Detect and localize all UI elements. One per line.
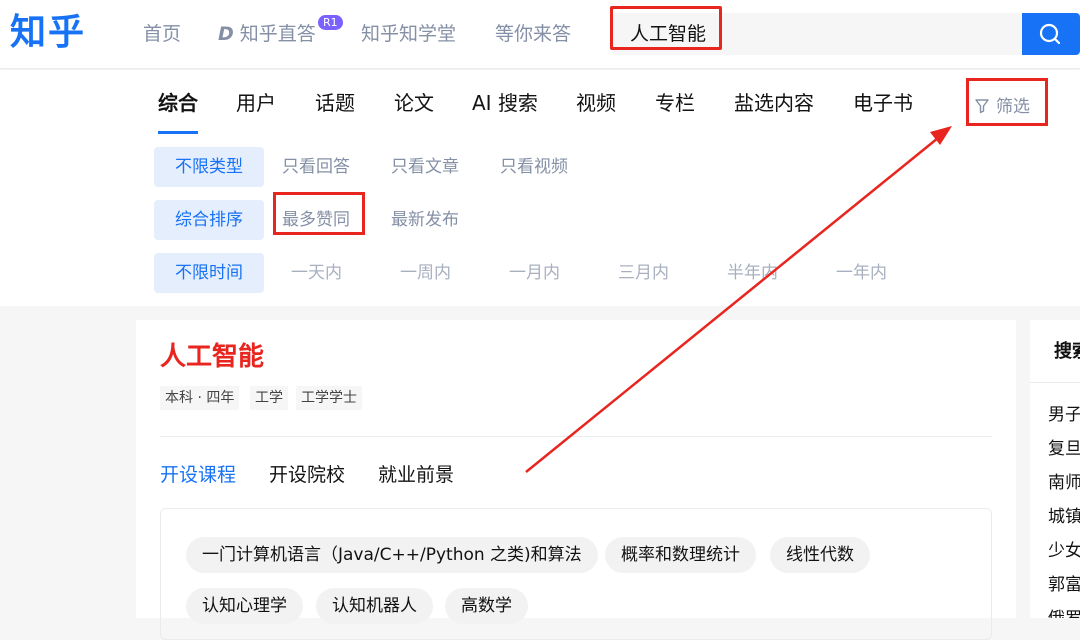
- card-divider: [160, 436, 992, 437]
- search-icon: [1039, 23, 1061, 45]
- top-header: 知乎 首页 D 知乎直答 R1 知乎知学堂 等你来答 人工智能: [0, 0, 1080, 68]
- hot-search-item[interactable]: 复旦: [1048, 438, 1080, 460]
- active-tab-underline: [158, 131, 198, 134]
- tab-columns[interactable]: 专栏: [655, 90, 695, 116]
- time-one-week[interactable]: 一周内: [400, 261, 451, 285]
- course-list: 一门计算机语言（Java/C++/Python 之类)和算法 概率和数理统计 线…: [160, 508, 992, 640]
- sort-annotation-box: [273, 192, 365, 235]
- nav-home[interactable]: 首页: [143, 22, 181, 46]
- time-one-year[interactable]: 一年内: [836, 261, 887, 285]
- side-divider: [1030, 382, 1080, 383]
- r1-badge: R1: [318, 15, 343, 30]
- tab-videos[interactable]: 视频: [576, 90, 616, 116]
- filter-type-articles[interactable]: 只看文章: [391, 155, 459, 179]
- tab-papers[interactable]: 论文: [394, 90, 434, 116]
- hot-search-item[interactable]: 男子: [1048, 404, 1080, 426]
- nav-zhida-label: 知乎直答: [239, 23, 316, 45]
- filter-type-answers[interactable]: 只看回答: [282, 155, 350, 179]
- sort-latest[interactable]: 最新发布: [391, 208, 459, 232]
- tab-ai-search[interactable]: AI 搜索: [472, 90, 538, 116]
- time-one-month[interactable]: 一月内: [509, 261, 560, 285]
- tab-general[interactable]: 综合: [158, 90, 198, 116]
- tab-users[interactable]: 用户: [236, 90, 276, 116]
- subtab-courses[interactable]: 开设课程: [160, 462, 236, 488]
- course-pill[interactable]: 一门计算机语言（Java/C++/Python 之类)和算法: [186, 537, 598, 573]
- time-all[interactable]: 不限时间: [154, 253, 264, 293]
- major-card: 人工智能 本科 · 四年 工学 工学学士 开设课程 开设院校 就业前景 一门计算…: [136, 320, 1016, 640]
- hot-search-item[interactable]: 南师: [1048, 472, 1080, 494]
- search-annotation-box: [610, 6, 722, 50]
- filter-type-videos[interactable]: 只看视频: [500, 155, 568, 179]
- hot-search-item[interactable]: 少女: [1048, 540, 1080, 562]
- time-half-year[interactable]: 半年内: [727, 261, 778, 285]
- time-three-months[interactable]: 三月内: [618, 261, 669, 285]
- tab-salt-content[interactable]: 盐选内容: [734, 90, 814, 116]
- tab-ebooks[interactable]: 电子书: [853, 90, 913, 116]
- filter-annotation-box: [966, 78, 1048, 126]
- major-tag-discipline: 工学: [250, 386, 288, 410]
- course-pill[interactable]: 认知机器人: [316, 588, 433, 624]
- hot-search-item[interactable]: 郭富: [1048, 574, 1080, 596]
- tab-topics[interactable]: 话题: [315, 90, 355, 116]
- nav-waiting-answers[interactable]: 等你来答: [495, 22, 571, 46]
- course-pill[interactable]: 认知心理学: [186, 588, 303, 624]
- hot-search-card: 搜索 男子 复旦 南师 城镇 少女 郭富 俄罗: [1030, 320, 1080, 618]
- course-pill[interactable]: 线性代数: [770, 537, 870, 573]
- course-pill[interactable]: 高数学: [445, 588, 528, 624]
- subtab-universities[interactable]: 开设院校: [269, 462, 345, 488]
- course-pill[interactable]: 概率和数理统计: [605, 537, 756, 573]
- major-title[interactable]: 人工智能: [160, 340, 264, 374]
- zhihu-logo[interactable]: 知乎: [10, 10, 86, 56]
- subtab-career[interactable]: 就业前景: [378, 462, 454, 488]
- nav-zhida[interactable]: D 知乎直答: [218, 22, 316, 46]
- sort-general[interactable]: 综合排序: [154, 200, 264, 240]
- hot-search-title: 搜索: [1054, 341, 1080, 362]
- major-tag-degree: 工学学士: [296, 386, 362, 410]
- hot-search-item[interactable]: 俄罗: [1048, 608, 1080, 618]
- nav-zhixuetang[interactable]: 知乎知学堂: [361, 22, 456, 46]
- filter-type-all[interactable]: 不限类型: [154, 147, 264, 187]
- zhida-icon: D: [218, 23, 234, 45]
- major-tag-degree-length: 本科 · 四年: [160, 386, 240, 410]
- filter-panel: 综合 用户 话题 论文 AI 搜索 视频 专栏 盐选内容 电子书 筛选 不限类型…: [0, 70, 1080, 306]
- hot-search-item[interactable]: 城镇: [1048, 506, 1080, 528]
- search-button[interactable]: [1022, 13, 1080, 55]
- time-one-day[interactable]: 一天内: [291, 261, 342, 285]
